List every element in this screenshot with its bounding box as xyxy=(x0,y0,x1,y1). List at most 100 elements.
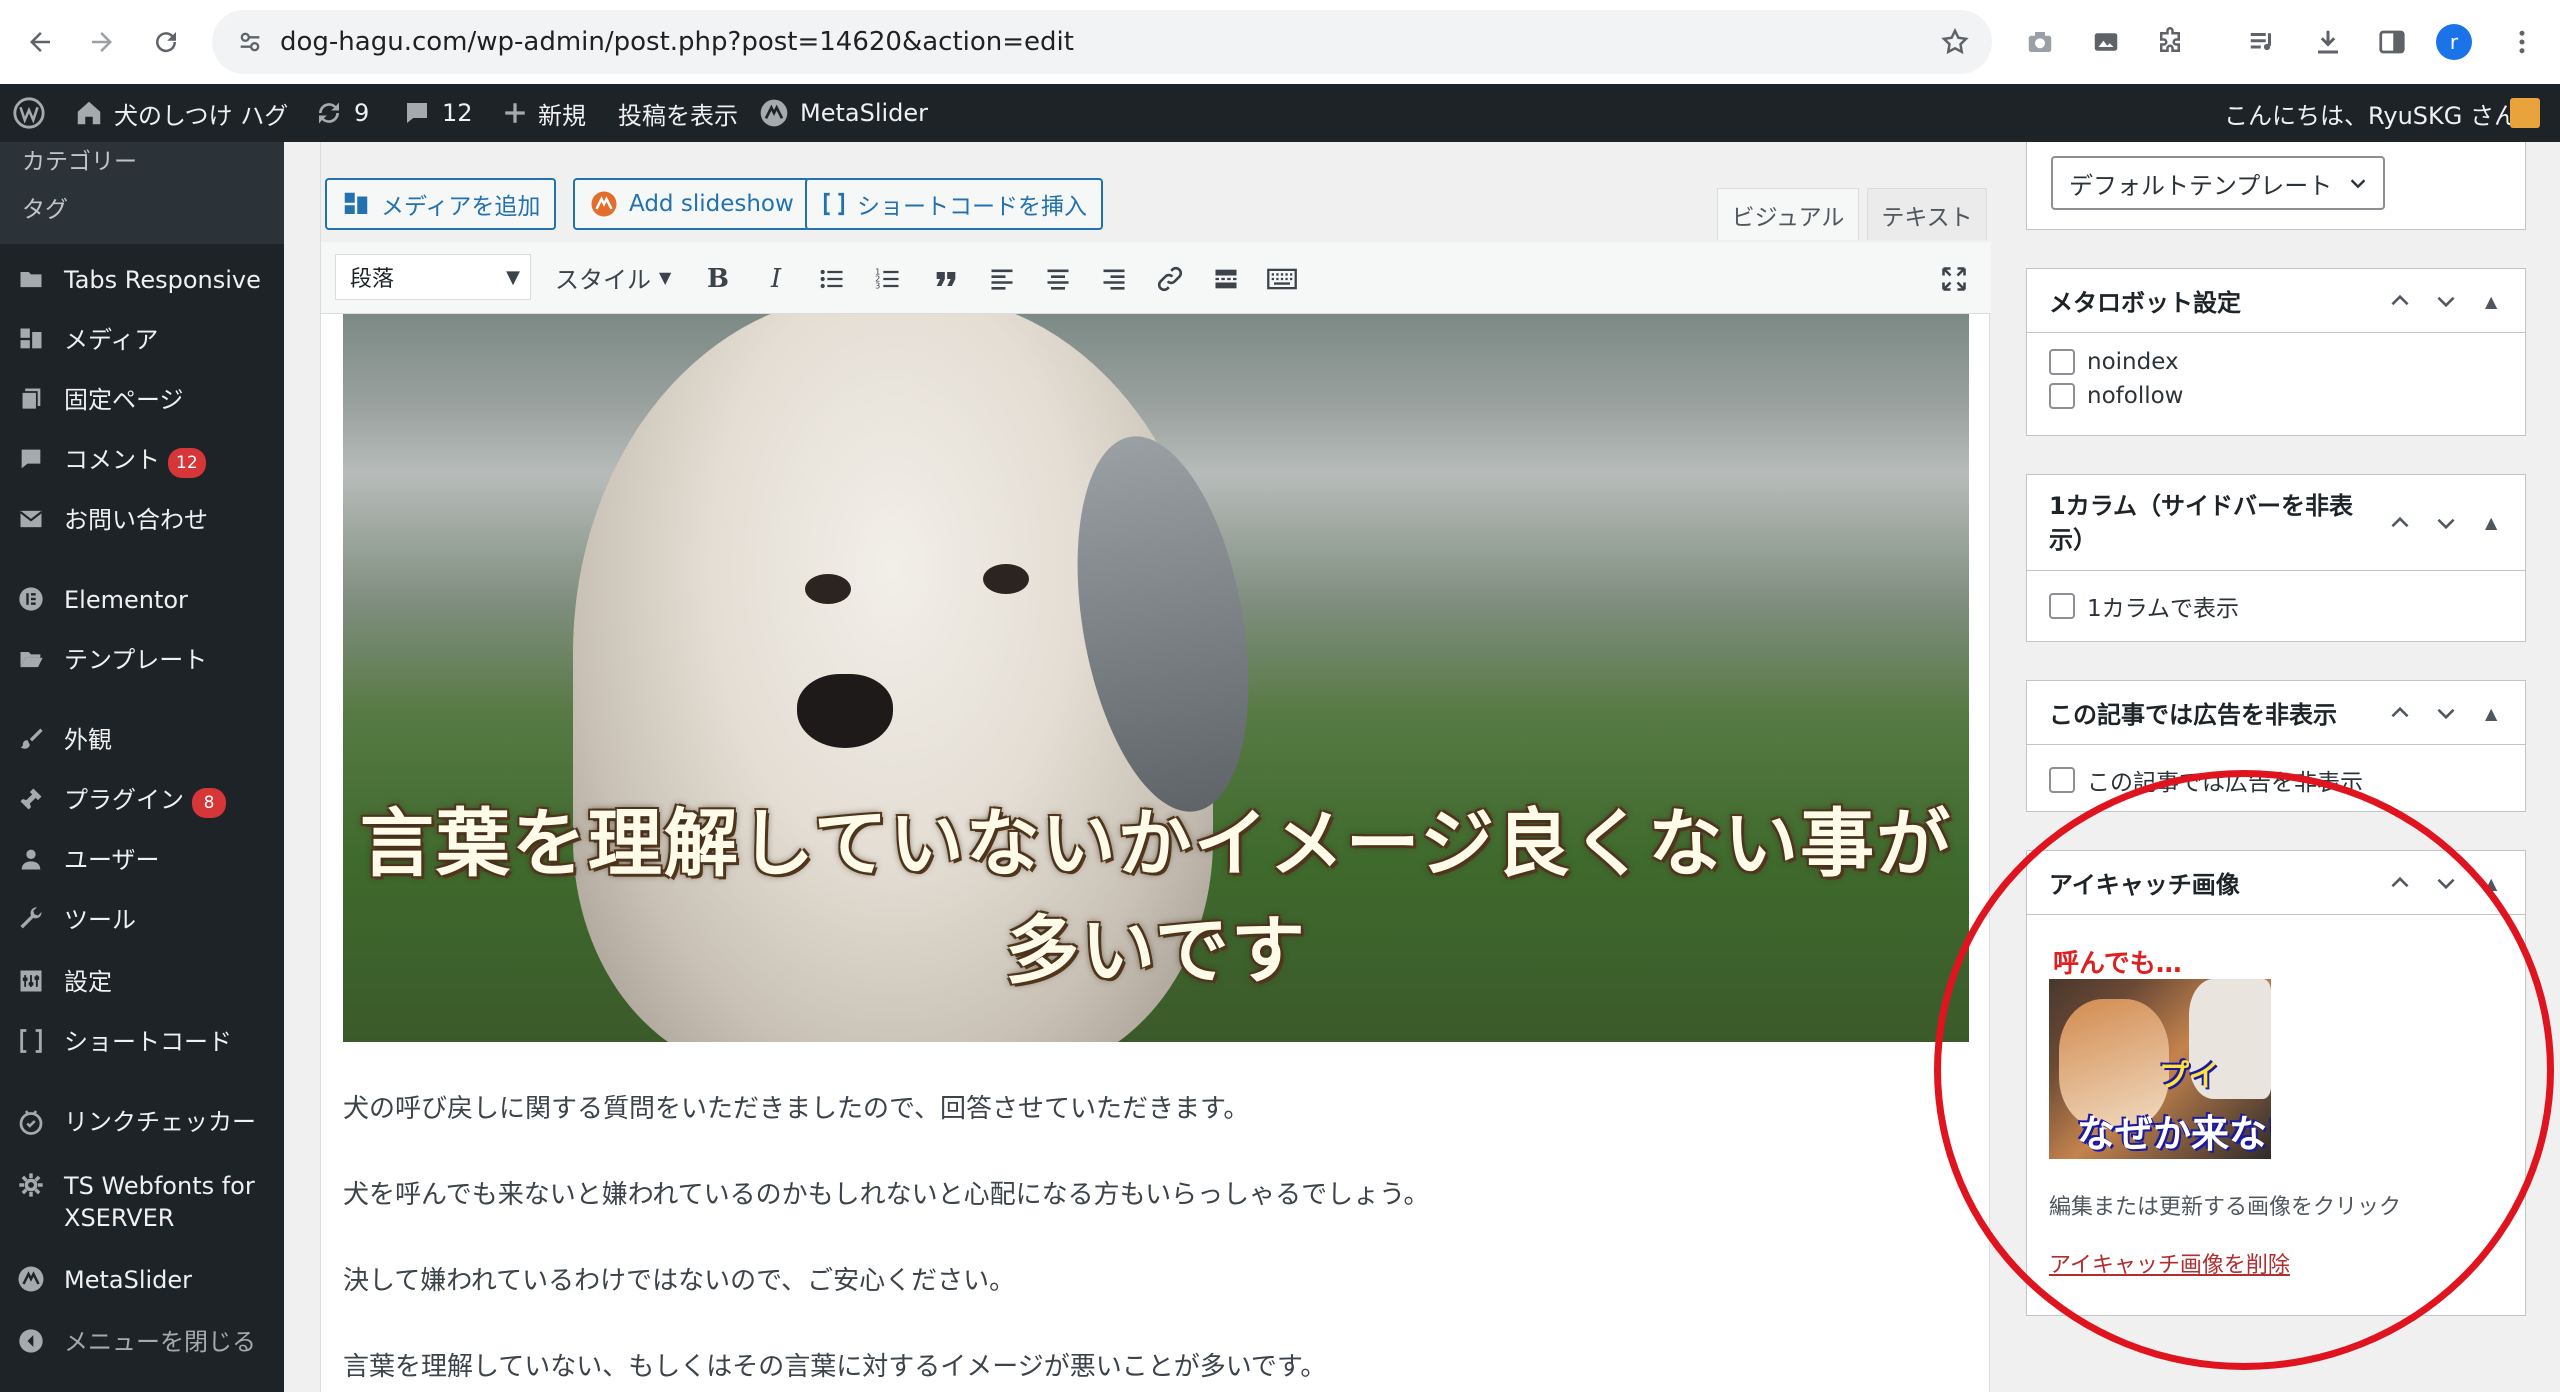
sidebar-item-templates[interactable]: テンプレート xyxy=(0,644,284,684)
updates-menu[interactable]: 9 xyxy=(314,84,369,142)
toggle-panel-button[interactable]: ▲ xyxy=(2485,475,2497,571)
post-hero-image[interactable]: 言葉を理解していないかイメージ良くない事が多いです xyxy=(343,314,1969,1042)
reload-button[interactable] xyxy=(142,18,190,66)
submenu-item-category[interactable]: カテゴリー xyxy=(22,142,137,176)
back-button[interactable] xyxy=(16,18,64,66)
updates-count: 9 xyxy=(354,99,370,127)
move-up-button[interactable] xyxy=(2387,681,2413,745)
profile-avatar[interactable]: r xyxy=(2436,24,2472,60)
submenu-item-tag[interactable]: タグ xyxy=(22,190,68,224)
reading-list-button[interactable] xyxy=(2238,18,2286,66)
sidebar-item-link-checker[interactable]: リンクチェッカー xyxy=(0,1106,284,1146)
comments-menu[interactable]: 12 xyxy=(402,84,473,142)
sidebar-item-shortcode[interactable]: ショートコード xyxy=(0,1026,284,1066)
nofollow-checkbox[interactable] xyxy=(2049,383,2075,409)
tab-visual[interactable]: ビジュアル xyxy=(1717,188,1859,240)
user-avatar[interactable] xyxy=(2510,98,2540,128)
sidebar-item-contact[interactable]: お問い合わせ xyxy=(0,504,284,544)
fullscreen-button[interactable] xyxy=(1935,260,1973,298)
sidebar-item-settings[interactable]: 設定 xyxy=(0,966,284,1006)
downloads-button[interactable] xyxy=(2304,18,2352,66)
hide-ads-checkbox-row[interactable]: この記事では広告を非表示 xyxy=(2049,763,2363,797)
move-up-button[interactable] xyxy=(2387,475,2413,571)
media-icon xyxy=(16,324,46,354)
address-bar[interactable]: dog-hagu.com/wp-admin/post.php?post=1462… xyxy=(212,10,1992,74)
sidebar-item-metaslider[interactable]: MetaSlider xyxy=(0,1264,284,1304)
paragraph-3[interactable]: 決して嫌われているわけではないので、ご安心ください。 xyxy=(343,1260,1015,1297)
meta-robots-header[interactable]: メタロボット設定 ▲ xyxy=(2027,269,2525,333)
image-extension[interactable] xyxy=(2082,18,2130,66)
screenshot-extension[interactable] xyxy=(2016,18,2064,66)
move-down-button[interactable] xyxy=(2433,475,2459,571)
sidebar-item-tabs-responsive[interactable]: Tabs Responsive xyxy=(0,264,284,304)
greeting: こんにちは、RyuSKG さん xyxy=(2224,101,2518,130)
align-center-button[interactable] xyxy=(1039,260,1077,298)
side-panel-button[interactable] xyxy=(2368,18,2416,66)
italic-button[interactable]: I xyxy=(757,260,795,298)
paragraph-1[interactable]: 犬の呼び戻しに関する質問をいただきましたので、回答させていただきます。 xyxy=(343,1088,1249,1125)
toolbar-toggle-button[interactable] xyxy=(1263,260,1301,298)
sidebar-item-elementor[interactable]: Elementor xyxy=(0,584,284,624)
move-down-button[interactable] xyxy=(2433,269,2459,333)
toggle-panel-button[interactable]: ▲ xyxy=(2485,851,2497,915)
puzzle-icon xyxy=(2160,27,2180,52)
wp-logo-menu[interactable] xyxy=(12,84,46,142)
forward-button[interactable] xyxy=(78,18,126,66)
sidebar-item-media[interactable]: メディア xyxy=(0,324,284,364)
arrow-left-icon xyxy=(30,32,50,52)
sidebar-item-ts-webfonts[interactable]: TS Webfonts for XSERVER xyxy=(0,1170,284,1240)
blockquote-button[interactable] xyxy=(927,260,965,298)
noindex-checkbox[interactable] xyxy=(2049,349,2075,375)
toggle-panel-button[interactable]: ▲ xyxy=(2485,681,2497,745)
metaslider-menu[interactable]: MetaSlider xyxy=(758,84,928,142)
move-down-button[interactable] xyxy=(2433,851,2459,915)
site-name-menu[interactable]: 犬のしつけ ハグ xyxy=(74,84,288,142)
numbered-list-button[interactable]: 123 xyxy=(869,260,907,298)
sidebar-item-users[interactable]: ユーザー xyxy=(0,844,284,884)
insert-link-button[interactable] xyxy=(1151,260,1189,298)
featured-image-header[interactable]: アイキャッチ画像 ▲ xyxy=(2027,851,2525,915)
one-column-header[interactable]: 1カラム（サイドバーを非表 示） ▲ xyxy=(2027,475,2525,571)
sidebar-item-plugins[interactable]: プラグイン 8 xyxy=(0,784,284,824)
move-up-button[interactable] xyxy=(2387,269,2413,333)
align-right-button[interactable] xyxy=(1095,260,1133,298)
sidebar-collapse-menu[interactable]: メニューを閉じる xyxy=(0,1326,284,1366)
bold-button[interactable]: B xyxy=(699,260,737,298)
featured-image-thumbnail[interactable]: 呼んでも… プイ なぜか来ない xyxy=(2049,939,2271,1159)
tab-text[interactable]: テキスト xyxy=(1867,188,1987,240)
toggle-panel-button[interactable]: ▲ xyxy=(2485,269,2497,333)
add-media-button[interactable]: メディアを追加 xyxy=(325,178,557,230)
new-content-menu[interactable]: 新規 xyxy=(502,84,586,142)
align-left-button[interactable] xyxy=(983,260,1021,298)
move-up-button[interactable] xyxy=(2387,851,2413,915)
hide-ads-header[interactable]: この記事では広告を非表示 ▲ xyxy=(2027,681,2525,745)
read-more-button[interactable] xyxy=(1207,260,1245,298)
remove-featured-image-link[interactable]: アイキャッチ画像を削除 xyxy=(2049,1247,2290,1279)
paragraph-2[interactable]: 犬を呼んでも来ないと嫌われているのかもしれないと心配になる方もいらっしゃるでしょ… xyxy=(343,1174,1430,1211)
bookmark-star-icon[interactable] xyxy=(1940,27,1970,57)
bold-icon: B xyxy=(707,264,729,294)
paragraph-4[interactable]: 言葉を理解していない、もしくはその言葉に対するイメージが悪いことが多いです。 xyxy=(343,1346,1326,1383)
add-slideshow-button[interactable]: Add slideshow xyxy=(573,178,810,230)
move-down-button[interactable] xyxy=(2433,681,2459,745)
view-post-link[interactable]: 投稿を表示 xyxy=(618,84,738,142)
triangle-up-icon: ▲ xyxy=(2485,291,2498,311)
extensions-button[interactable] xyxy=(2146,18,2194,66)
browser-menu-button[interactable] xyxy=(2498,18,2546,66)
one-column-checkbox[interactable] xyxy=(2049,593,2075,619)
one-column-checkbox-row[interactable]: 1カラムで表示 xyxy=(2049,589,2239,623)
template-select[interactable]: デフォルトテンプレート xyxy=(2051,156,2385,210)
sidebar-item-comments-label: コメント xyxy=(64,446,160,474)
nofollow-checkbox-row[interactable]: nofollow xyxy=(2049,383,2183,409)
sidebar-item-pages[interactable]: 固定ページ xyxy=(0,384,284,424)
sidebar-item-appearance[interactable]: 外観 xyxy=(0,724,284,764)
noindex-checkbox-row[interactable]: noindex xyxy=(2049,349,2179,375)
insert-shortcode-button[interactable]: ショートコードを挿入 xyxy=(805,178,1103,230)
sidebar-item-comments[interactable]: コメント 12 xyxy=(0,444,284,484)
style-select[interactable]: スタイル ▼ xyxy=(555,260,671,295)
my-account-menu[interactable]: こんにちは、RyuSKG さん xyxy=(2224,84,2518,142)
bullet-list-button[interactable] xyxy=(813,260,851,298)
sidebar-item-tools[interactable]: ツール xyxy=(0,904,284,944)
format-select[interactable]: 段落 ▼ xyxy=(335,254,531,300)
hide-ads-checkbox[interactable] xyxy=(2049,767,2075,793)
